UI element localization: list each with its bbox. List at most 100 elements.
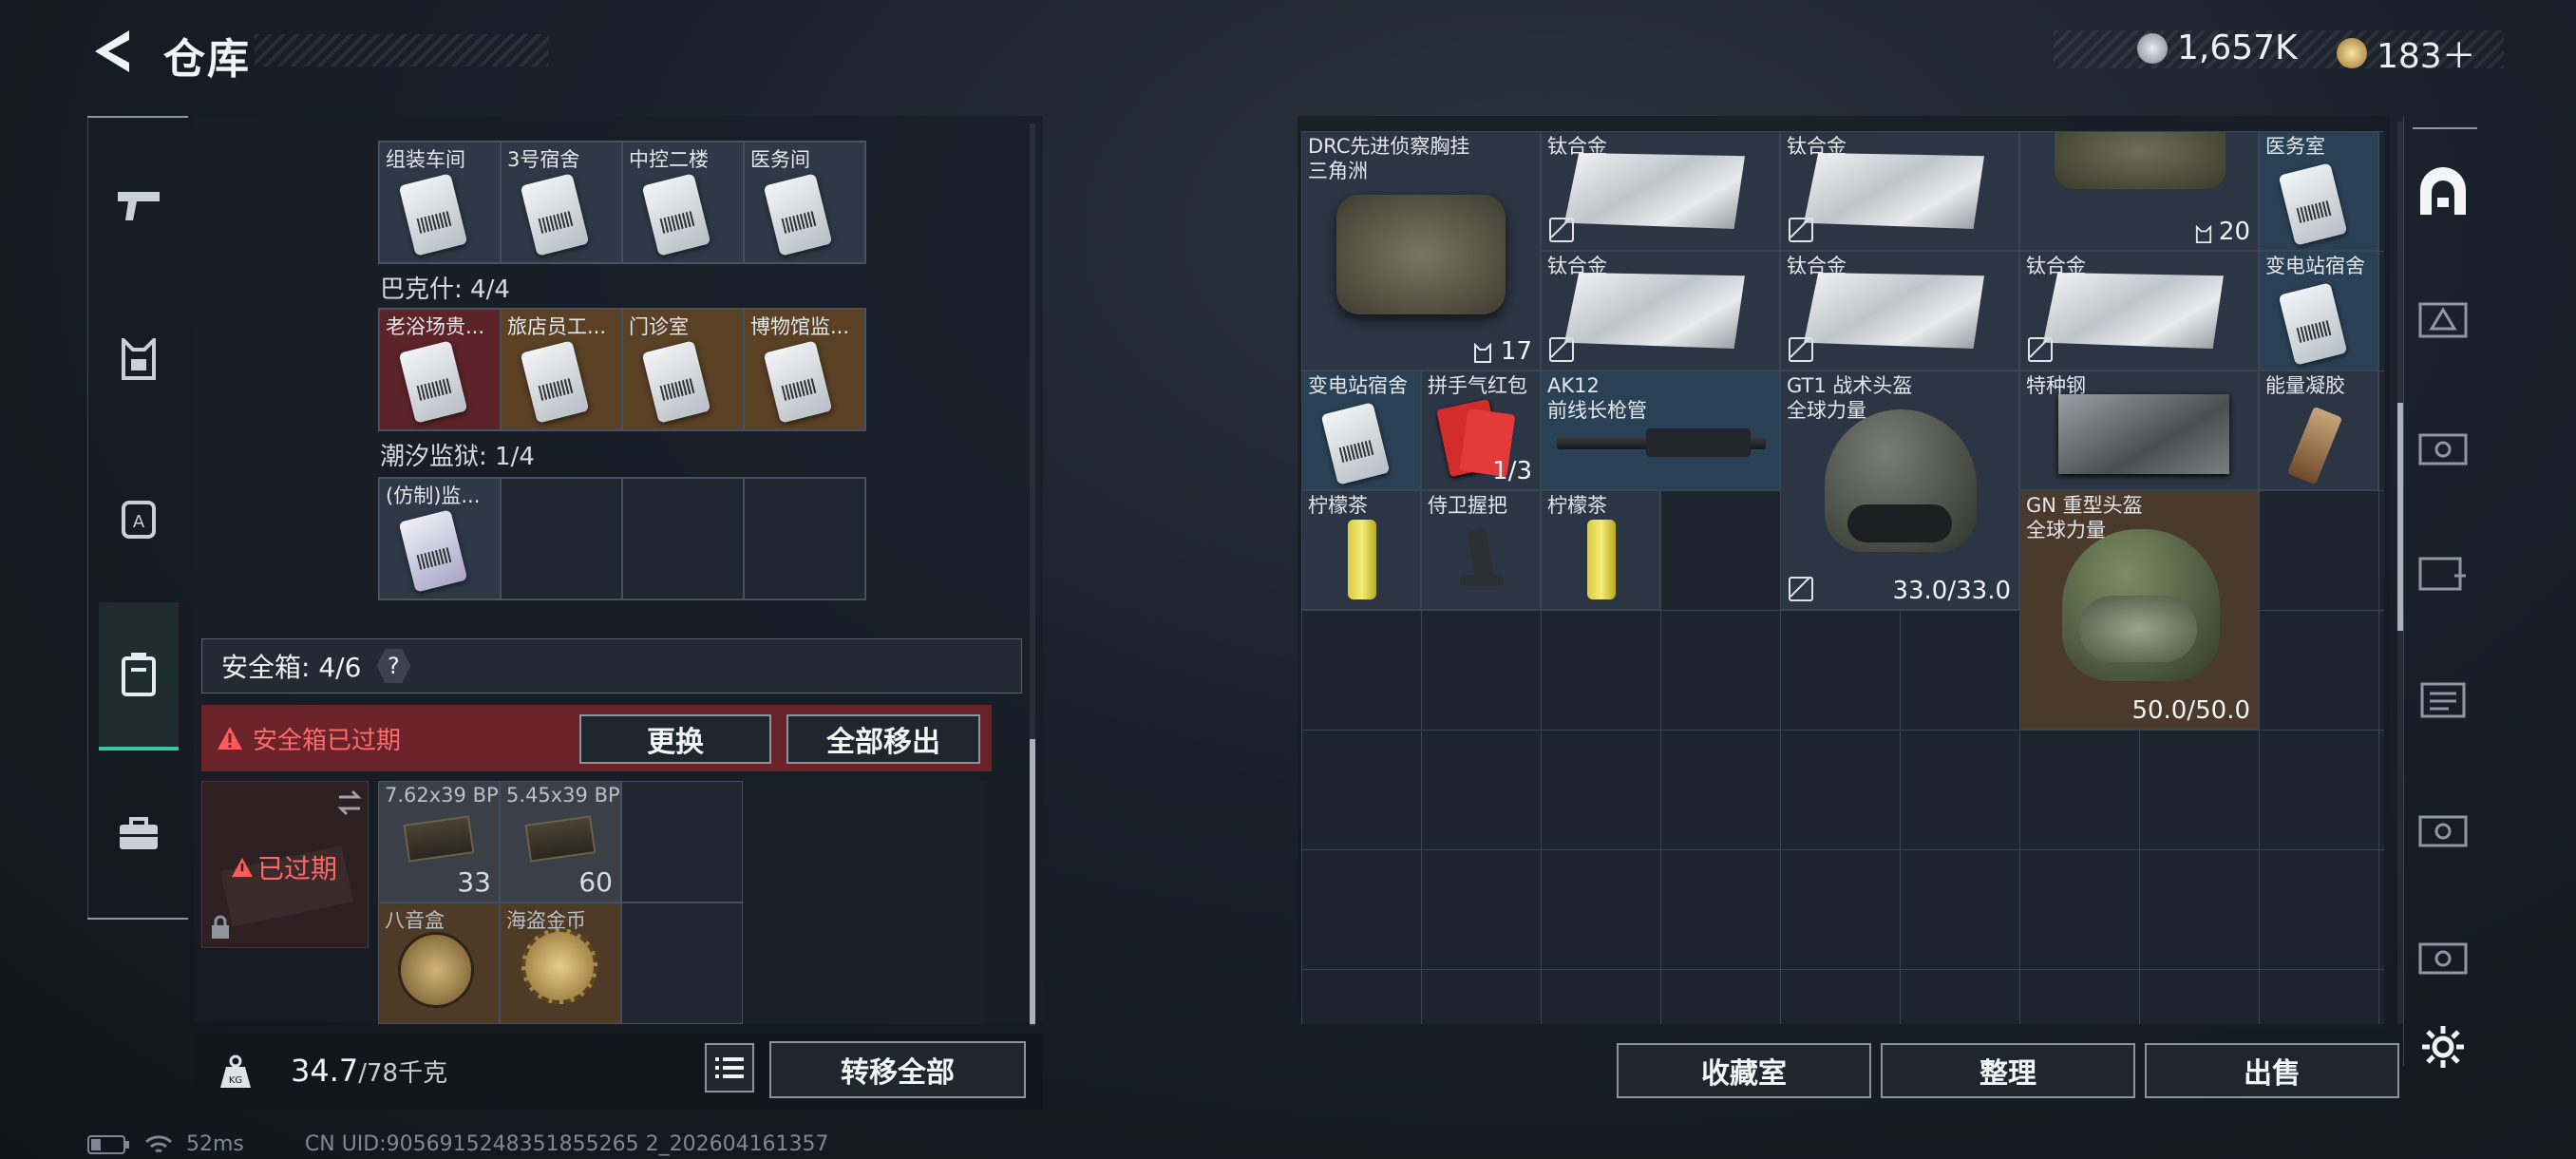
titanium-item[interactable]: 钛合金 [1780,251,2019,370]
keycard-item[interactable]: 变电站宿舍 [2259,251,2378,370]
back-button[interactable] [87,27,137,76]
keycard-row-3: (仿制)监... [378,477,866,600]
no-insure-icon [1789,337,1813,362]
keycard-icon [520,340,590,424]
empty-slot[interactable] [621,902,743,1024]
sidebar-backpack-icon[interactable]: A [99,477,179,557]
titanium-ingot-icon [2043,273,2224,349]
keycard-item[interactable]: 组装车间 [379,142,501,263]
keycard-item[interactable]: 医务间 [744,142,865,263]
keycard-item[interactable]: 老浴场贵... [379,309,501,430]
keycard-icon [641,173,711,256]
keycard-icon [520,173,590,256]
move-all-button[interactable]: 全部移出 [786,714,980,764]
keycard-item[interactable]: 门诊室 [622,309,744,430]
no-insure-icon [1789,577,1813,601]
sort-button[interactable]: 整理 [1881,1043,2135,1098]
warning-icon [232,857,253,878]
section-prison: 潮汐监狱: 1/4 [380,443,535,471]
music-box-item[interactable]: 八音盒 [378,902,500,1024]
silver-amount: 1,657K [2177,28,2298,67]
safebox-grid: 7.62x39 BP 33 5.45x39 BP 60 八音盒 海盗金币 [378,781,986,1024]
empty-slot[interactable] [501,478,622,599]
gold-currency[interactable]: 183＋ [2337,28,2476,78]
replace-button[interactable]: 更换 [579,714,771,764]
page-title: 仓库 [163,35,251,84]
collection-room-button[interactable]: 收藏室 [1617,1043,1871,1098]
storage-tier-4-icon[interactable] [2415,418,2472,475]
vest-small-icon [1474,343,1491,363]
keycard-icon [2278,162,2348,246]
expired-text: 安全箱已过期 [253,726,402,755]
helmet-item[interactable]: GT1 战术头盔 全球力量 33.0/33.0 [1780,370,2019,610]
keycard-item[interactable]: 变电站宿舍 [1301,370,1421,490]
titanium-ingot-icon [1564,273,1745,349]
help-button[interactable]: ? [376,649,411,683]
svg-text:A: A [133,512,145,532]
sell-button[interactable]: 出售 [2145,1043,2399,1098]
ammo-item[interactable]: 7.62x39 BP 33 [378,781,500,902]
red-packet-item[interactable]: 拼手气红包 1/3 [1421,370,1541,490]
keycard-item[interactable]: (仿制)监... [379,478,501,599]
titanium-item[interactable]: 钛合金 [1780,131,2019,251]
empty-slot[interactable] [622,478,744,599]
keycard-item[interactable]: 博物馆监... [744,309,865,430]
right-sidebar-divider [2413,127,2477,129]
keycard-row-2: 老浴场贵... 旅店员工... 门诊室 博物馆监... [378,308,866,431]
silver-coin-icon [2137,32,2168,64]
keycard-icon [1320,402,1391,485]
safebox-slot[interactable]: 已过期 [201,781,369,948]
storage-tier-4b-icon[interactable] [2415,800,2472,857]
svg-text:KG: KG [229,1075,242,1086]
keycard-item[interactable]: 3号宿舍 [501,142,622,263]
weight-current: 34.7 [291,1053,359,1089]
no-insure-icon [1789,218,1813,242]
keycard-icon [2278,282,2348,366]
titanium-item[interactable]: 钛合金 [1541,131,1780,251]
storage-tier-4c-icon[interactable] [2415,927,2472,984]
keycard-item[interactable]: 中控二楼 [622,142,744,263]
titanium-item[interactable]: 钛合金 [1541,251,1780,370]
storage-tier-3-icon[interactable] [2415,289,2472,346]
silver-currency[interactable]: 1,657K [2137,28,2298,67]
gold-amount: 183＋ [2377,37,2476,76]
sidebar-safebox-tab[interactable] [99,602,179,750]
weight-max: /78千克 [358,1059,448,1088]
battery-icon [87,1134,129,1154]
pirate-coin-item[interactable]: 海盗金币 [500,902,621,1024]
lemon-tea-item[interactable]: 柠檬茶 [1301,490,1421,610]
sidebar-toolbox-icon[interactable] [99,794,179,874]
no-insure-icon [1549,218,1574,242]
lock-icon [212,915,229,939]
settings-gear-icon[interactable] [2415,1018,2472,1075]
empty-slot[interactable] [744,478,865,599]
medical-storage-icon[interactable] [2415,543,2472,600]
uid-text: CN UID:9056915248351855265 2_20260416135… [304,1132,829,1156]
keycard-item[interactable]: 医务室 [2259,131,2378,251]
energy-gel-item[interactable]: 能量凝胶 [2259,370,2378,490]
document-storage-icon[interactable] [2415,671,2472,728]
ping-text: 52ms [186,1132,244,1156]
grip-item[interactable]: 侍卫握把 [1421,490,1541,610]
transfer-all-button[interactable]: 转移全部 [769,1041,1026,1098]
chest-rig-item[interactable]: DRC先进侦察胸挂 三角洲 17 [1301,131,1541,370]
warehouse-grid: DRC先进侦察胸挂 三角洲 17 钛合金 钛合金 20 医务室 钛合金 钛合金 … [1301,131,2384,1024]
keycard-item[interactable]: 旅店员工... [501,309,622,430]
keycard-row-1: 组装车间 3号宿舍 中控二楼 医务间 [378,141,866,264]
list-view-button[interactable] [705,1043,754,1092]
safebox-icon [122,653,156,696]
left-scrollbar-thumb[interactable] [1030,739,1035,1024]
bag-item[interactable]: 20 [2019,131,2259,251]
sidebar-weapon-icon[interactable] [99,163,179,243]
empty-slot[interactable] [621,781,743,902]
barrel-item[interactable]: AK12 前线长枪管 [1541,370,1780,490]
ammo-item[interactable]: 5.45x39 BP 60 [500,781,621,902]
sidebar-vest-icon[interactable] [99,319,179,399]
steel-item[interactable]: 特种钢 [2019,370,2259,490]
warehouse-tab-icon[interactable] [2415,163,2472,220]
titanium-ingot-icon [1564,153,1745,229]
titanium-item[interactable]: 钛合金 [2019,251,2259,370]
lemon-tea-item[interactable]: 柠檬茶 [1541,490,1660,610]
keycard-icon [398,340,468,424]
heavy-helmet-item[interactable]: GN 重型头盔 全球力量 50.0/50.0 [2019,490,2259,730]
